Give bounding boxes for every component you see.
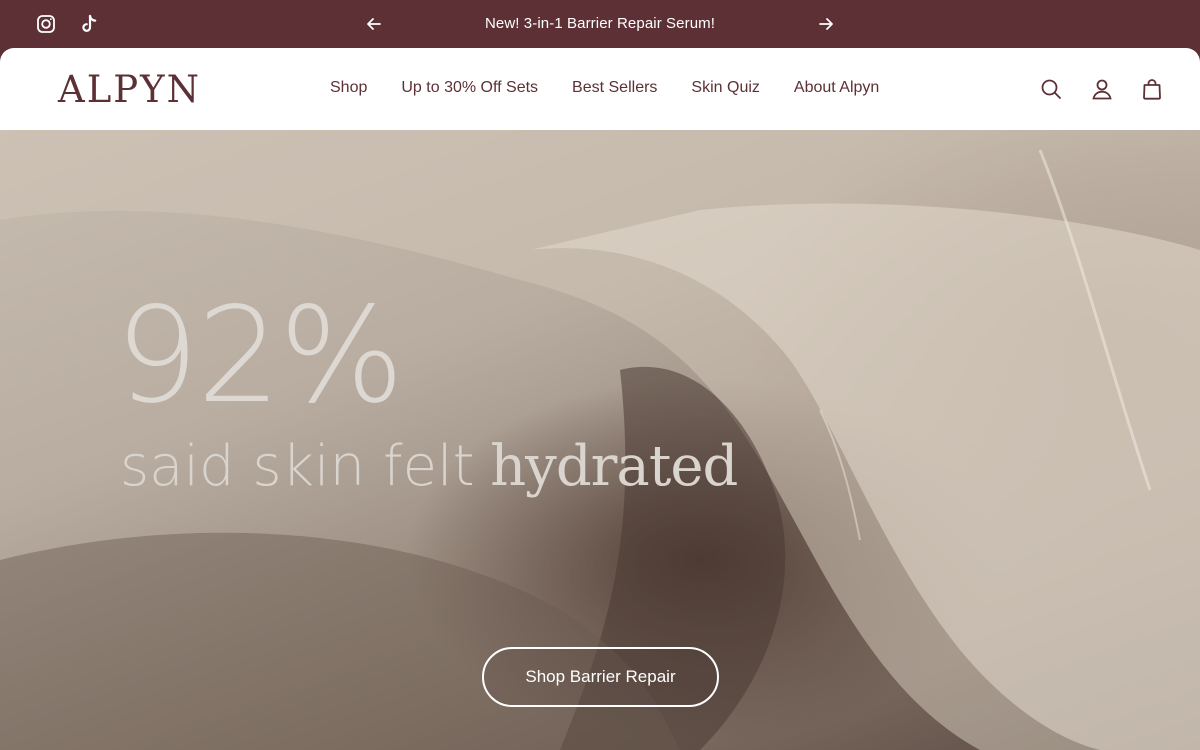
hero-stat: 92%: [115, 279, 404, 433]
main-nav: Shop Up to 30% Off Sets Best Sellers Ski…: [330, 79, 879, 97]
tiktok-icon[interactable]: [78, 12, 102, 36]
arrow-right-icon[interactable]: [816, 14, 836, 34]
announcement-text[interactable]: New! 3-in-1 Barrier Repair Serum!: [400, 15, 800, 32]
shop-barrier-repair-button[interactable]: Shop Barrier Repair: [482, 647, 719, 707]
nav-item-sets-sale[interactable]: Up to 30% Off Sets: [401, 79, 538, 97]
nav-item-best-sellers[interactable]: Best Sellers: [572, 79, 657, 97]
hero-caption-plain: said skin felt: [120, 434, 475, 499]
arrow-left-icon[interactable]: [364, 14, 384, 34]
hero-caption: said skin felt hydrated: [120, 438, 738, 495]
site-header: ALPYN Shop Up to 30% Off Sets Best Selle…: [0, 48, 1200, 130]
nav-item-shop[interactable]: Shop: [330, 79, 367, 97]
instagram-icon[interactable]: [34, 12, 58, 36]
nav-item-about[interactable]: About Alpyn: [794, 79, 879, 97]
account-icon[interactable]: [1090, 77, 1114, 101]
hero-caption-accent: hydrated: [490, 434, 738, 499]
hero-banner: 92% said skin felt hydrated Shop Barrier…: [0, 130, 1200, 750]
brand-logo[interactable]: ALPYN: [58, 68, 201, 111]
announcement-bar: New! 3-in-1 Barrier Repair Serum!: [0, 0, 1200, 48]
bag-icon[interactable]: [1140, 77, 1164, 101]
nav-item-skin-quiz[interactable]: Skin Quiz: [691, 79, 759, 97]
search-icon[interactable]: [1039, 77, 1063, 101]
